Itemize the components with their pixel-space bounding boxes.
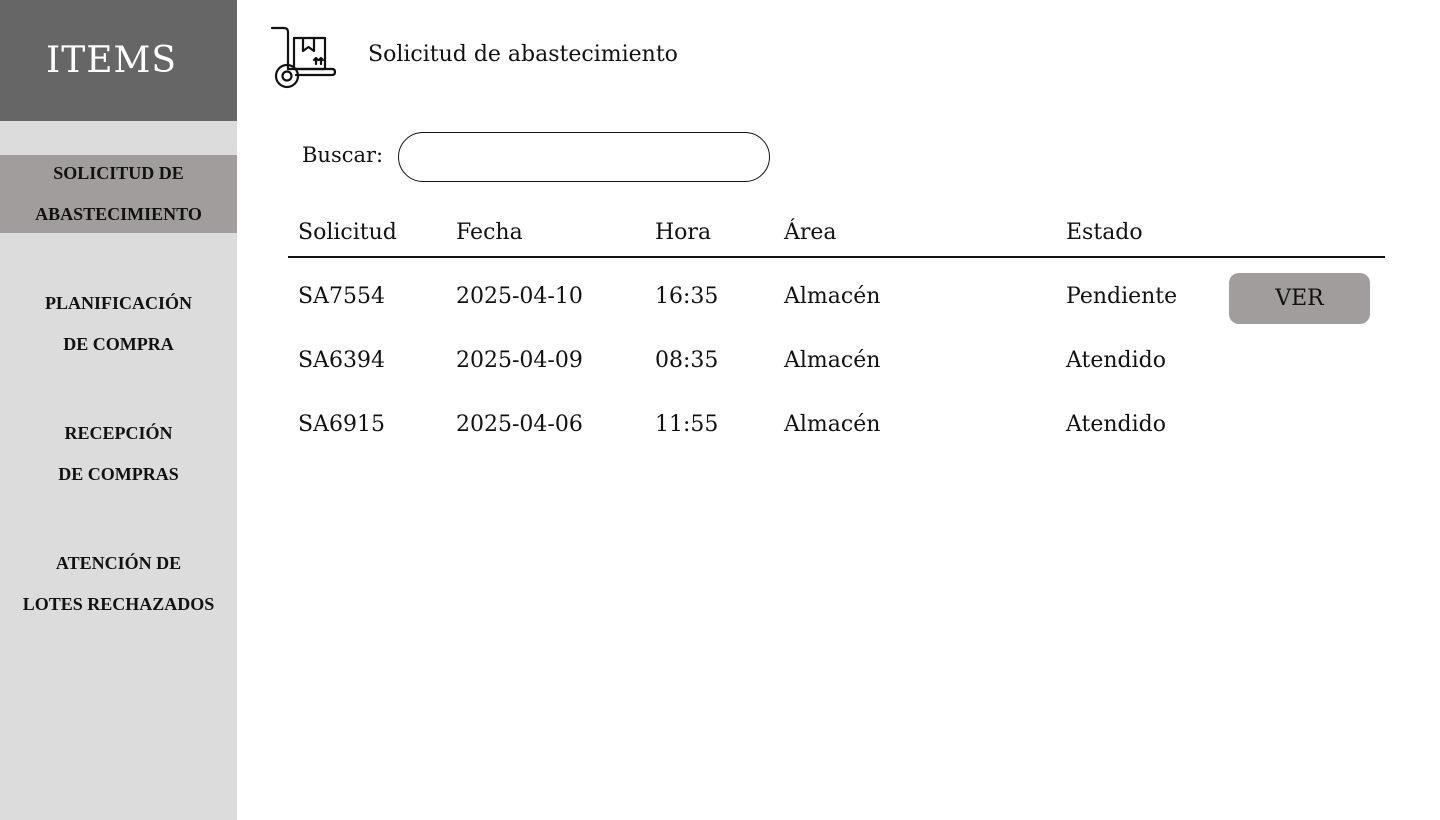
requests-table: Solicitud Fecha Hora Área Estado SA7554 …	[288, 210, 1385, 450]
table-row: SA7554 2025-04-10 16:35 Almacén Pendient…	[288, 258, 1385, 324]
sidebar: ITEMS SOLICITUD DE ABASTECIMIENTO PLANIF…	[0, 0, 237, 820]
hand-truck-box-icon	[270, 26, 336, 89]
cell-solicitud: SA7554	[298, 284, 385, 309]
sidebar-item-label: DE COMPRAS	[58, 464, 179, 484]
sidebar-item-label: LOTES RECHAZADOS	[22, 594, 215, 614]
sidebar-item-recepcion-de-compras[interactable]: RECEPCIÓN DE COMPRAS	[0, 415, 237, 493]
sidebar-item-label: PLANIFICACIÓN	[44, 293, 192, 313]
cell-area: Almacén	[784, 284, 881, 309]
column-header-hora: Hora	[655, 220, 712, 245]
sidebar-item-planificacion-de-compra[interactable]: PLANIFICACIÓN DE COMPRA	[0, 285, 237, 363]
cell-hora: 16:35	[655, 284, 719, 309]
cell-estado: Atendido	[1066, 348, 1166, 373]
page-header: Solicitud de abastecimiento	[270, 24, 678, 92]
sidebar-item-label: SOLICITUD DE	[53, 163, 184, 183]
search-input[interactable]	[398, 132, 771, 182]
cell-solicitud: SA6394	[298, 348, 385, 373]
cell-area: Almacén	[784, 348, 881, 373]
cell-solicitud: SA6915	[298, 412, 385, 437]
cell-fecha: 2025-04-10	[456, 284, 583, 309]
search-label: Buscar:	[302, 143, 384, 167]
column-header-area: Área	[784, 220, 837, 245]
sidebar-item-label: RECEPCIÓN	[64, 423, 173, 443]
search-bar: Buscar:	[302, 132, 771, 182]
table-row: SA6394 2025-04-09 08:35 Almacén Atendido	[288, 322, 1385, 386]
cell-area: Almacén	[784, 412, 881, 437]
column-header-estado: Estado	[1066, 220, 1143, 245]
sidebar-item-label: ATENCIÓN DE	[55, 553, 182, 573]
page-title: Solicitud de abastecimiento	[368, 41, 678, 67]
sidebar-item-label: ABASTECIMIENTO	[35, 204, 202, 224]
cell-fecha: 2025-04-09	[456, 348, 583, 373]
sidebar-item-label: DE COMPRA	[63, 334, 174, 354]
column-header-solicitud: Solicitud	[298, 220, 397, 245]
sidebar-item-solicitud-de-abastecimiento[interactable]: SOLICITUD DE ABASTECIMIENTO	[0, 155, 237, 233]
view-button[interactable]: VER	[1229, 273, 1370, 324]
sidebar-title: ITEMS	[45, 40, 178, 81]
table-header: Solicitud Fecha Hora Área Estado	[288, 210, 1385, 258]
cell-estado: Pendiente	[1066, 284, 1178, 309]
sidebar-header: ITEMS	[0, 0, 237, 121]
column-header-fecha: Fecha	[456, 220, 523, 245]
cell-fecha: 2025-04-06	[456, 412, 583, 437]
cell-hora: 11:55	[655, 412, 719, 437]
table-row: SA6915 2025-04-06 11:55 Almacén Atendido	[288, 386, 1385, 450]
cell-estado: Atendido	[1066, 412, 1166, 437]
cell-hora: 08:35	[655, 348, 719, 373]
sidebar-item-atencion-de-lotes-rechazados[interactable]: ATENCIÓN DE LOTES RECHAZADOS	[0, 545, 237, 623]
